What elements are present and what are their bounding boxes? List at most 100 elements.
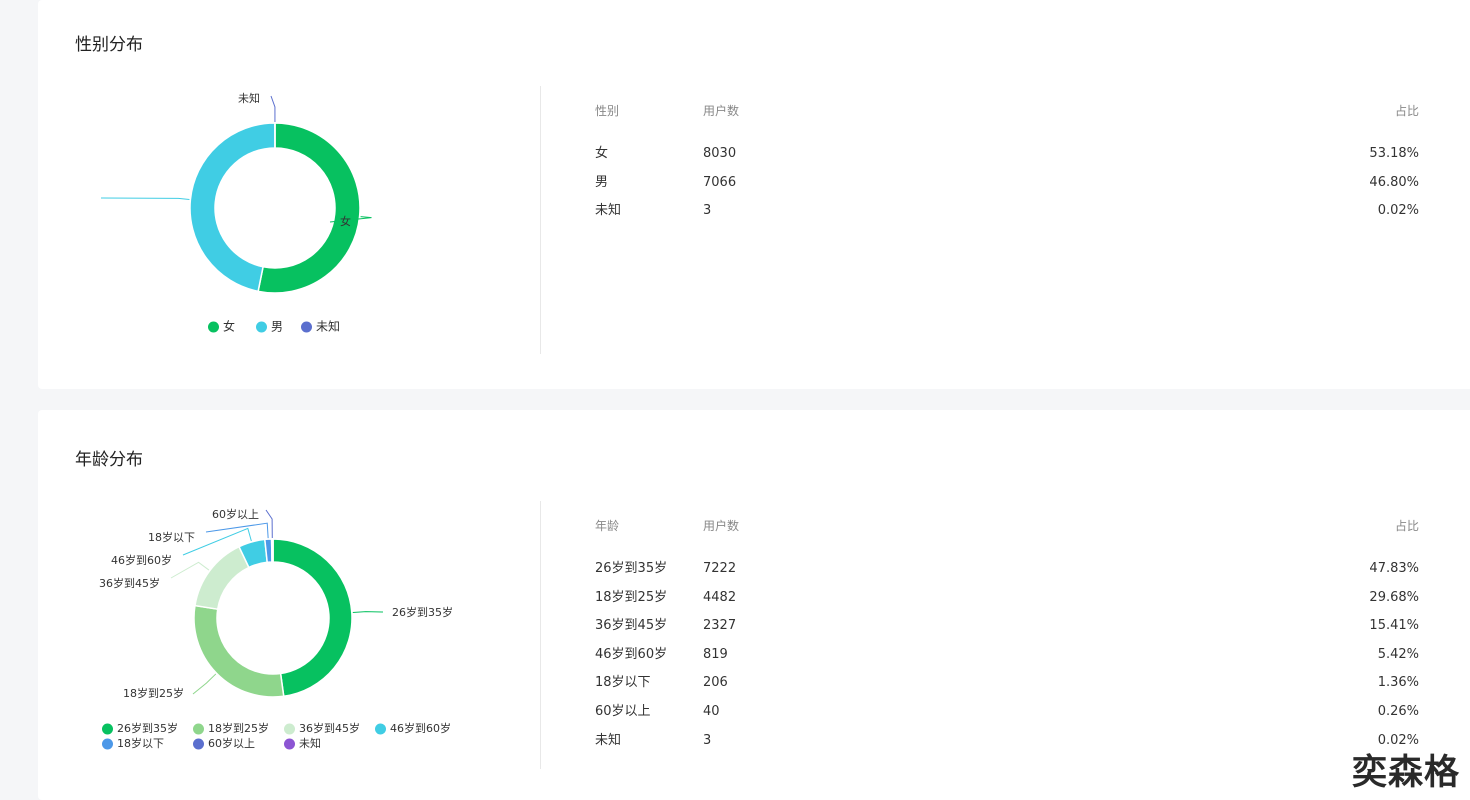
- row-count: 206: [703, 669, 728, 698]
- table-row: 26岁到35岁 7222 47.83%: [595, 555, 1419, 584]
- row-pct: 53.18%: [1369, 140, 1419, 169]
- row-count: 4482: [703, 584, 736, 613]
- row-count: 8030: [703, 140, 736, 169]
- watermark-logo: 奕森格: [1352, 744, 1460, 795]
- legend-item[interactable]: 18岁到25岁: [193, 721, 269, 735]
- table-row: 未知 3 0.02%: [595, 197, 1419, 226]
- gender-card: 性别分布 女男未知女男未知 性别 用户数 占比 女 8030 53.18% 男 …: [38, 0, 1470, 389]
- legend-label: 60岁以上: [208, 736, 255, 750]
- table-row: 男 7066 46.80%: [595, 169, 1419, 198]
- leader-line: [101, 198, 189, 199]
- leader-line: [206, 523, 268, 538]
- table-header: 年龄 用户数 占比: [595, 515, 1419, 537]
- legend-label: 男: [271, 320, 283, 334]
- donut-slice[interactable]: [190, 123, 275, 291]
- legend-dot: [102, 739, 113, 750]
- table-row: 60岁以上 40 0.26%: [595, 698, 1419, 727]
- slice-label: 未知: [238, 91, 260, 105]
- header-gender: 性别: [595, 100, 619, 122]
- table-header: 性别 用户数 占比: [595, 100, 1419, 122]
- table-row: 18岁以下 206 1.36%: [595, 669, 1419, 698]
- legend-label: 18岁到25岁: [208, 721, 269, 735]
- gender-divider: [540, 86, 541, 354]
- slice-label: 18岁以下: [148, 530, 195, 544]
- table-row: 46岁到60岁 819 5.42%: [595, 641, 1419, 670]
- table-row: 36岁到45岁 2327 15.41%: [595, 612, 1419, 641]
- slice-label: 女: [340, 214, 351, 228]
- row-pct: 46.80%: [1369, 169, 1419, 198]
- legend-item[interactable]: 未知: [284, 736, 321, 750]
- leader-line: [171, 562, 209, 578]
- row-label: 未知: [595, 197, 621, 226]
- legend-item[interactable]: 36岁到45岁: [284, 721, 360, 735]
- legend-dot: [193, 739, 204, 750]
- table-row: 女 8030 53.18%: [595, 140, 1419, 169]
- legend-label: 女: [223, 319, 235, 334]
- gender-table: 性别 用户数 占比 女 8030 53.18% 男 7066 46.80% 未知…: [595, 100, 1419, 226]
- legend-dot: [375, 724, 386, 735]
- row-label: 36岁到45岁: [595, 612, 667, 641]
- leader-line: [353, 612, 383, 613]
- row-count: 3: [703, 727, 711, 756]
- legend-item[interactable]: 女: [208, 319, 235, 334]
- row-count: 7066: [703, 169, 736, 198]
- slice-label: 60岁以上: [212, 507, 259, 521]
- row-label: 未知: [595, 727, 621, 756]
- row-label: 男: [595, 169, 608, 198]
- row-count: 7222: [703, 555, 736, 584]
- legend-item[interactable]: 男: [256, 320, 283, 334]
- leader-line: [193, 674, 216, 694]
- legend-label: 未知: [299, 736, 321, 750]
- legend-dot: [193, 724, 204, 735]
- row-pct: 5.42%: [1378, 641, 1419, 670]
- row-count: 3: [703, 197, 711, 226]
- header-count: 用户数: [703, 100, 739, 122]
- row-label: 18岁到25岁: [595, 584, 667, 613]
- row-label: 60岁以上: [595, 698, 651, 727]
- age-card: 年龄分布 26岁到35岁18岁到25岁36岁到45岁46岁到60岁18岁以下60…: [38, 410, 1470, 800]
- header-count: 用户数: [703, 515, 739, 537]
- row-pct: 15.41%: [1369, 612, 1419, 641]
- header-pct: 占比: [1395, 515, 1419, 537]
- row-pct: 29.68%: [1369, 584, 1419, 613]
- legend-dot: [284, 724, 295, 735]
- slice-label: 18岁到25岁: [123, 686, 184, 700]
- row-count: 40: [703, 698, 720, 727]
- header-pct: 占比: [1395, 100, 1419, 122]
- legend-label: 36岁到45岁: [299, 721, 360, 735]
- legend-dot: [102, 724, 113, 735]
- header-age: 年龄: [595, 515, 619, 537]
- row-count: 819: [703, 641, 728, 670]
- legend-dot: [256, 322, 267, 333]
- row-pct: 0.26%: [1378, 698, 1419, 727]
- donut-slice[interactable]: [195, 547, 249, 610]
- row-label: 女: [595, 140, 608, 169]
- row-count: 2327: [703, 612, 736, 641]
- age-table: 年龄 用户数 占比 26岁到35岁 7222 47.83% 18岁到25岁 44…: [595, 515, 1419, 755]
- row-pct: 0.02%: [1378, 197, 1419, 226]
- legend-label: 未知: [316, 320, 340, 334]
- row-pct: 47.83%: [1369, 555, 1419, 584]
- legend-label: 26岁到35岁: [117, 721, 178, 735]
- legend-dot: [284, 739, 295, 750]
- legend-label: 46岁到60岁: [390, 721, 451, 735]
- age-divider: [540, 501, 541, 769]
- legend-dot: [208, 322, 219, 333]
- slice-label: 26岁到35岁: [392, 605, 453, 619]
- row-pct: 1.36%: [1378, 669, 1419, 698]
- age-chart: 26岁到35岁 18岁到25岁 36岁到45岁 46岁到60岁 18岁以下 60岁以上 26…: [98, 410, 538, 780]
- gender-chart: 女男未知女男未知: [98, 0, 538, 370]
- donut-slice[interactable]: [273, 539, 352, 696]
- legend-item[interactable]: 26岁到35岁: [102, 721, 178, 735]
- donut-slice[interactable]: [194, 606, 284, 697]
- table-row: 18岁到25岁 4482 29.68%: [595, 584, 1419, 613]
- row-label: 26岁到35岁: [595, 555, 667, 584]
- legend-item[interactable]: 46岁到60岁: [375, 721, 451, 735]
- gender-donut-chart: 女男未知女男未知: [98, 0, 538, 370]
- legend-item[interactable]: 18岁以下: [102, 736, 164, 750]
- legend-item[interactable]: 未知: [301, 320, 340, 334]
- legend-item[interactable]: 60岁以上: [193, 736, 255, 750]
- slice-label: 46岁到60岁: [111, 553, 172, 567]
- row-label: 46岁到60岁: [595, 641, 667, 670]
- table-row: 未知 3 0.02%: [595, 727, 1419, 756]
